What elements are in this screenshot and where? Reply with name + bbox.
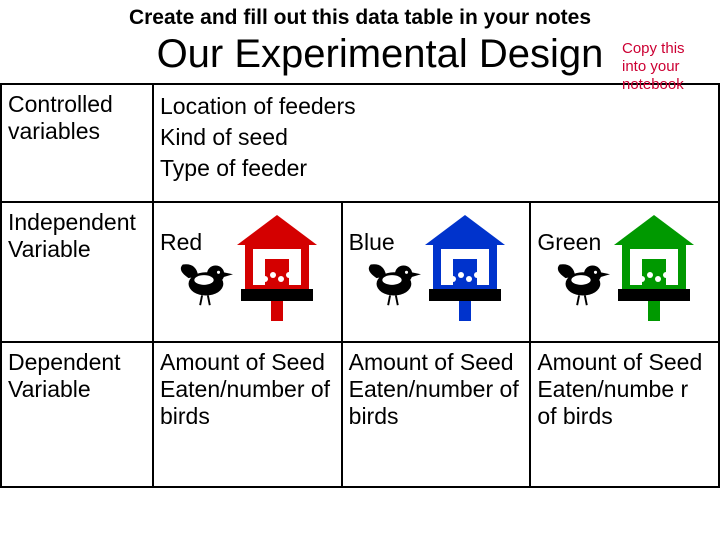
bird-icon [175,251,233,309]
feeder-icon-red [217,215,337,325]
dv-green-value: Amount of Seed Eaten/numbe r of birds [530,342,719,487]
controlled-variables-label: Controlled variables [1,84,153,202]
page-title: Our Experimental Design [157,32,604,77]
copy-annotation: Copy this into your notebook [622,40,712,94]
iv-blue-cell: Blue [342,202,531,342]
bird-icon [363,251,421,309]
dv-blue-value: Amount of Seed Eaten/number of birds [342,342,531,487]
iv-green-text: Green [537,209,601,256]
dependent-variable-label: Dependent Variable [1,342,153,487]
iv-red-cell: Red [153,202,342,342]
dv-red-value: Amount of Seed Eaten/number of birds [153,342,342,487]
data-table: Controlled variables Location of feeders… [0,83,720,488]
feeder-icon-blue [405,215,525,325]
instruction-heading: Create and fill out this data table in y… [0,0,720,30]
iv-red-text: Red [160,209,202,256]
bird-icon [552,251,610,309]
feeder-icon-green [594,215,714,325]
independent-variable-label: Independent Variable [1,202,153,342]
iv-green-cell: Green [530,202,719,342]
cv-line-2: Kind of seed [160,122,712,153]
cv-line-1: Location of feeders [160,91,712,122]
iv-blue-text: Blue [349,209,395,256]
controlled-variables-value: Location of feeders Kind of seed Type of… [153,84,719,202]
cv-line-3: Type of feeder [160,153,712,184]
